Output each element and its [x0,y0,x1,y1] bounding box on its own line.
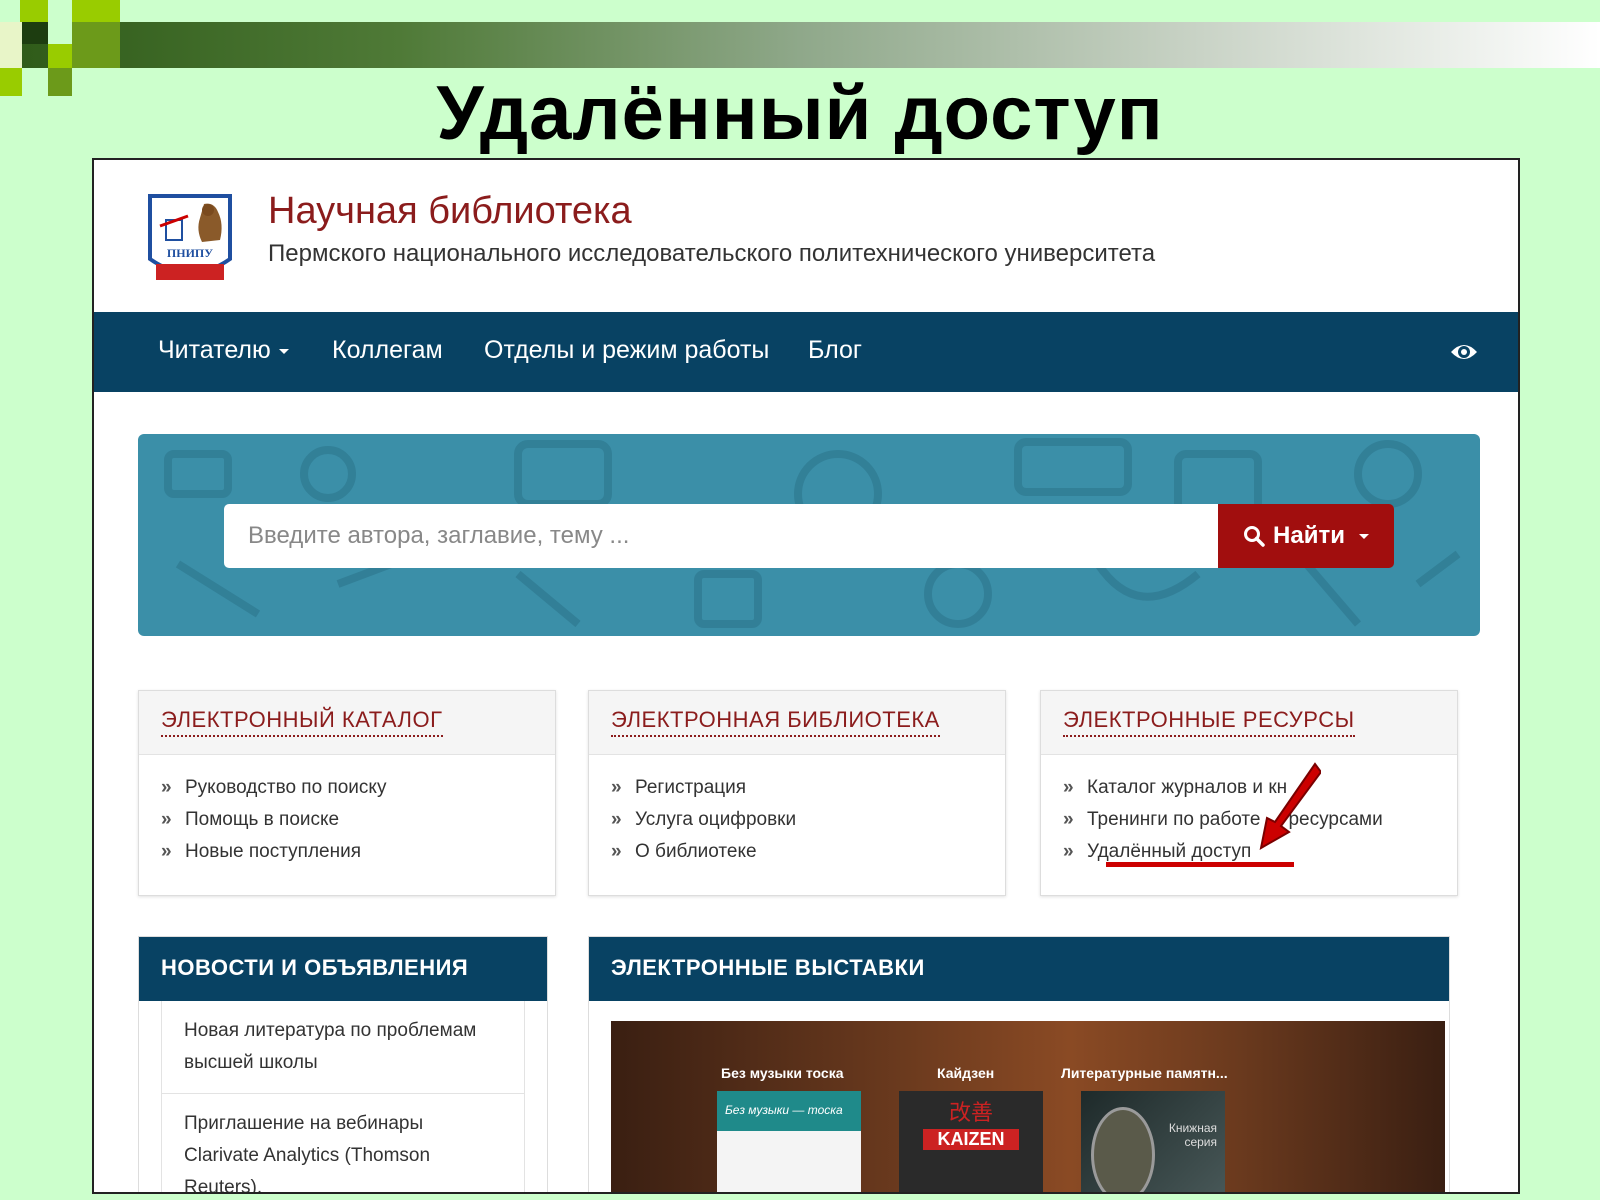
panel-title[interactable]: Электронная библиотека [611,707,940,737]
website-screenshot: ПНИПУ Научная библиотека Пермского нацио… [92,158,1520,1194]
caret-down-icon [1358,533,1369,539]
svg-text:ПНИПУ: ПНИПУ [167,246,213,260]
nav-item-blog[interactable]: Блог [808,336,862,365]
book-cover[interactable]: Без музыки — тоска [717,1091,861,1192]
book-cover[interactable]: Книжная серия [1081,1091,1225,1192]
decor-square [48,22,72,44]
site-title[interactable]: Научная библиотека [268,190,632,233]
link-text[interactable]: О библиотеке [635,841,757,862]
cover-text: Без музыки — тоска [717,1091,861,1131]
search-button-label: Найти [1273,522,1345,549]
book-title[interactable]: Без музыки тоска [721,1065,844,1081]
panel-title[interactable]: Электронные ресурсы [1063,707,1355,737]
list-item[interactable]: » Услуга оцифровки [611,809,983,841]
annotation-underline [1106,862,1294,867]
chevron-right-icon: » [611,809,622,830]
chevron-right-icon: » [161,841,172,862]
caret-down-icon [278,348,289,354]
chevron-right-icon: » [1063,841,1074,862]
search-input[interactable] [224,504,1218,568]
book-cover[interactable]: 改善 KAIZEN [899,1091,1043,1192]
list-item[interactable]: » Новые поступления [161,841,533,873]
panel-title[interactable]: Электронный каталог [161,707,443,737]
panel-header: Электронные ресурсы [1041,691,1457,755]
panel-header: Электронная библиотека [589,691,1005,755]
nav-item-label: Читателю [158,336,271,364]
nav-item-colleagues[interactable]: Коллегам [332,336,443,365]
decor-square [0,22,22,68]
list-item[interactable]: » Руководство по поиску [161,777,533,809]
nav-item-departments[interactable]: Отделы и режим работы [484,336,769,365]
eye-icon[interactable] [1450,340,1478,364]
book-title[interactable]: Литературные памятн... [1061,1065,1228,1081]
chevron-right-icon: » [611,777,622,798]
chevron-right-icon: » [161,809,172,830]
site-subtitle: Пермского национального исследовательско… [268,240,1156,267]
link-text[interactable]: Новые поступления [185,841,361,862]
list-item-remote-access[interactable]: » Удалённый доступ [1063,841,1435,873]
slide-header-bar [0,22,1600,68]
main-nav: Читателю Коллегам Отделы и режим работы … [94,312,1518,392]
news-item[interactable]: Новая литература по проблемам высшей шко… [161,1001,525,1094]
nav-item-reader[interactable]: Читателю [158,336,289,365]
site-header: ПНИПУ Научная библиотека Пермского нацио… [94,160,1518,312]
list-item[interactable]: » Каталог журналов и кн [1063,777,1435,809]
link-text[interactable]: Руководство по поиску [185,777,386,798]
cover-emblem [1091,1107,1155,1192]
chevron-right-icon: » [611,841,622,862]
link-text[interactable]: Удалённый доступ [1087,841,1251,862]
panel-e-catalog: Электронный каталог » Руководство по поис… [138,690,556,896]
list-item[interactable]: » Тренинги по работе ресурсами [1063,809,1435,841]
university-logo[interactable]: ПНИПУ [142,190,238,286]
news-panel: Новости и объявления Новая литература по… [138,936,548,1192]
link-text[interactable]: Тренинги по работе [1087,809,1260,830]
link-text[interactable]: Услуга оцифровки [635,809,796,830]
search-icon [1244,526,1265,547]
chevron-right-icon: » [1063,777,1074,798]
cover-text: Книжная серия [1168,1121,1217,1149]
panel-links: » Руководство по поиску » Помощь в поиске … [139,755,555,873]
decor-square [22,22,48,44]
chevron-right-icon: » [1063,809,1074,830]
search-button[interactable]: Найти [1218,504,1394,568]
panel-title: Электронные выставки [589,937,1449,1001]
panel-title: Новости и объявления [139,937,547,1001]
decor-square [20,0,48,22]
list-item[interactable]: » Помощь в поиске [161,809,533,841]
panel-header: Электронный каталог [139,691,555,755]
slide-title: Удалённый доступ [436,71,1164,156]
panel-links: » Каталог журналов и кн » Тренинги по рабо… [1041,755,1457,873]
decor-square [72,0,120,22]
exhibit-carousel[interactable]: Без музыки тоска Кайдзен Литературные па… [611,1021,1445,1192]
list-item[interactable]: » О библиотеке [611,841,983,873]
search-hero: Найти [138,434,1480,636]
decor-square [72,22,120,68]
book-title[interactable]: Кайдзен [937,1065,994,1081]
panel-links: » Регистрация » Услуга оцифровки » О библио… [589,755,1005,873]
link-text[interactable]: Регистрация [635,777,746,798]
cover-glyphs: 改善 [948,1101,993,1126]
annotation-arrow-icon [1259,762,1321,850]
news-item[interactable]: Приглашение на вебинары Clarivate Analyt… [161,1094,525,1192]
link-text[interactable]: Помощь в поиске [185,809,339,830]
decor-square [48,44,72,68]
list-item[interactable]: » Регистрация [611,777,983,809]
chevron-right-icon: » [161,777,172,798]
cover-text: KAIZEN [923,1129,1019,1150]
panel-e-library: Электронная библиотека » Регистрация » Усл… [588,690,1006,896]
exhibits-panel: Электронные выставки Без музыки тоска Ка… [588,936,1450,1192]
